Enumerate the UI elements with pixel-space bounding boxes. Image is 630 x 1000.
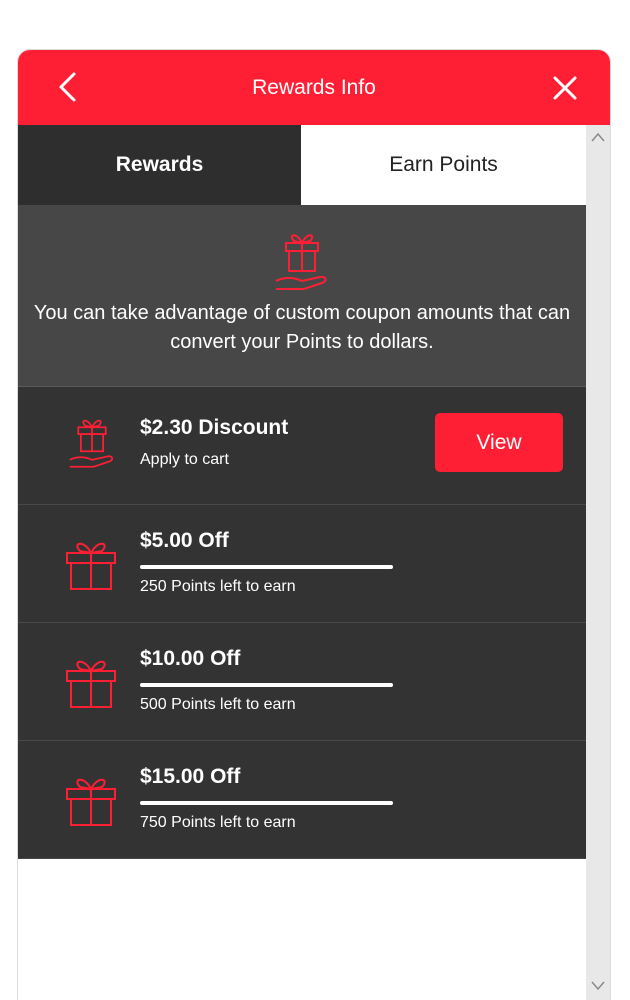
chevron-down-icon[interactable]: [590, 980, 606, 992]
tab-earn-points[interactable]: Earn Points: [301, 125, 586, 205]
progress-bar: [140, 801, 393, 805]
reward-subtitle: 750 Points left to earn: [140, 814, 296, 831]
gift-icon: [66, 542, 116, 590]
reward-title: $5.00 Off: [140, 529, 229, 552]
intro-text: You can take advantage of custom coupon …: [33, 302, 571, 353]
chevron-up-icon[interactable]: [590, 131, 606, 143]
gift-icon: [66, 778, 116, 826]
reward-subtitle: Apply to cart: [140, 451, 229, 468]
progress-bar: [140, 565, 393, 569]
list-item: $5.00 Off 250 Points left to earn: [18, 505, 586, 623]
gift-hand-icon: [69, 419, 114, 468]
list-item: $10.00 Off 500 Points left to earn: [18, 623, 586, 741]
reward-title: $2.30 Discount: [140, 416, 289, 439]
tab-bar: Rewards Earn Points: [18, 125, 586, 205]
close-icon[interactable]: [551, 74, 579, 102]
tab-rewards[interactable]: Rewards: [18, 125, 301, 205]
gift-icon: [66, 660, 116, 708]
content-area: Rewards Earn Points You can take advanta…: [18, 125, 586, 1000]
reward-title: $10.00 Off: [140, 647, 241, 670]
scrollbar[interactable]: [586, 125, 610, 1000]
reward-title: $15.00 Off: [140, 765, 241, 788]
intro-banner: You can take advantage of custom coupon …: [18, 205, 586, 387]
reward-subtitle: 250 Points left to earn: [140, 578, 296, 595]
page-title: Rewards Info: [252, 76, 376, 99]
rewards-panel: Rewards Info Rewards Earn Points You can…: [18, 50, 610, 1000]
view-button[interactable]: View: [435, 413, 563, 472]
progress-bar: [140, 683, 393, 687]
list-item: $2.30 Discount Apply to cart View: [18, 387, 586, 505]
chevron-left-icon[interactable]: [54, 72, 84, 102]
list-item: $15.00 Off 750 Points left to earn: [18, 741, 586, 859]
header-bar: Rewards Info: [18, 50, 610, 125]
gift-hand-icon: [275, 234, 327, 290]
reward-subtitle: 500 Points left to earn: [140, 696, 296, 713]
